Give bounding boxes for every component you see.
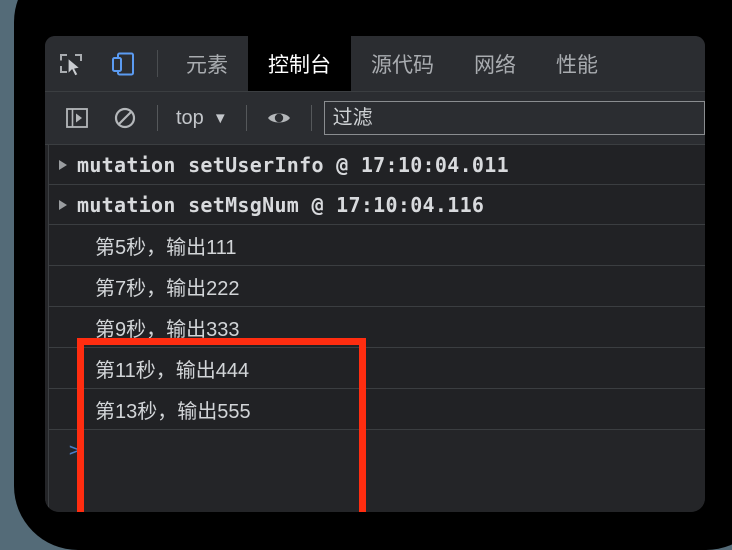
console-toolbar: top ▼ — [45, 92, 705, 145]
tab-sources[interactable]: 源代码 — [351, 36, 454, 91]
toolbar-divider-3 — [310, 105, 312, 131]
tab-network[interactable]: 网络 — [454, 36, 536, 91]
sidebar-toggle-icon[interactable] — [53, 92, 101, 144]
inspect-cursor-icon[interactable] — [45, 36, 97, 91]
console-log-text: 第5秒，输出111 — [95, 236, 237, 259]
execution-context-value: top — [176, 106, 204, 129]
console-log-text: 第9秒，输出333 — [95, 318, 240, 341]
filter-input[interactable] — [323, 101, 705, 135]
toolbar-divider-2 — [245, 105, 247, 131]
tab-performance[interactable]: 性能 — [536, 36, 618, 91]
console-log-row[interactable]: 第13秒，输出555 — [49, 389, 705, 430]
console-prompt-row[interactable]: > — [49, 430, 705, 470]
console-group-row[interactable]: mutation setMsgNum @ 17:10:04.116 — [49, 185, 705, 225]
eye-icon-glyph — [267, 113, 290, 123]
console-log-row[interactable]: 第11秒，输出444 — [49, 348, 705, 389]
console-log-text: 第13秒，输出555 — [95, 400, 251, 423]
eye-icon[interactable] — [255, 92, 303, 144]
sidebar-toggle-icon-glyph — [66, 108, 88, 128]
console-log-row[interactable]: 第9秒，输出333 — [49, 307, 705, 348]
clear-console-icon-glyph — [114, 107, 136, 129]
device-toggle-icon-glyph — [112, 52, 134, 75]
expand-triangle-icon[interactable] — [49, 159, 77, 170]
tabbar-divider — [157, 50, 158, 77]
console-log-row[interactable]: 第5秒，输出111 — [49, 225, 705, 266]
tab-elements[interactable]: 元素 — [166, 36, 248, 91]
tab-console-label: 控制台 — [268, 53, 331, 77]
console-log-text: 第11秒，输出444 — [95, 359, 250, 382]
chevron-down-icon: ▼ — [212, 109, 228, 127]
console-group-label: mutation setUserInfo @ 17:10:04.011 — [77, 152, 509, 177]
devtools-tabbar: 元素 控制台 源代码 网络 性能 — [45, 36, 705, 92]
device-toggle-icon[interactable] — [97, 36, 149, 91]
expand-triangle-icon[interactable] — [49, 199, 77, 210]
tab-performance-label: 性能 — [556, 53, 598, 77]
console-message-list: mutation setUserInfo @ 17:10:04.011 muta… — [49, 145, 705, 512]
console-log-row[interactable]: 第7秒，输出222 — [49, 266, 705, 307]
console-message-area: mutation setUserInfo @ 17:10:04.011 muta… — [45, 145, 705, 512]
prompt-chevron-icon: > — [69, 439, 81, 461]
console-log-text: 第7秒，输出222 — [95, 277, 240, 300]
console-group-label: mutation setMsgNum @ 17:10:04.116 — [77, 192, 485, 217]
inspect-cursor-icon-glyph — [60, 53, 82, 77]
tab-network-label: 网络 — [474, 53, 516, 77]
execution-context-select[interactable]: top ▼ — [166, 107, 238, 130]
tab-console[interactable]: 控制台 — [248, 36, 351, 91]
tab-sources-label: 源代码 — [371, 53, 434, 77]
console-group-row[interactable]: mutation setUserInfo @ 17:10:04.011 — [49, 145, 705, 185]
devtools-window: 元素 控制台 源代码 网络 性能 top ▼ 过滤 mutation setUs… — [45, 36, 705, 512]
toolbar-divider-1 — [157, 105, 158, 131]
tab-elements-label: 元素 — [186, 53, 228, 77]
clear-console-icon[interactable] — [101, 92, 149, 144]
